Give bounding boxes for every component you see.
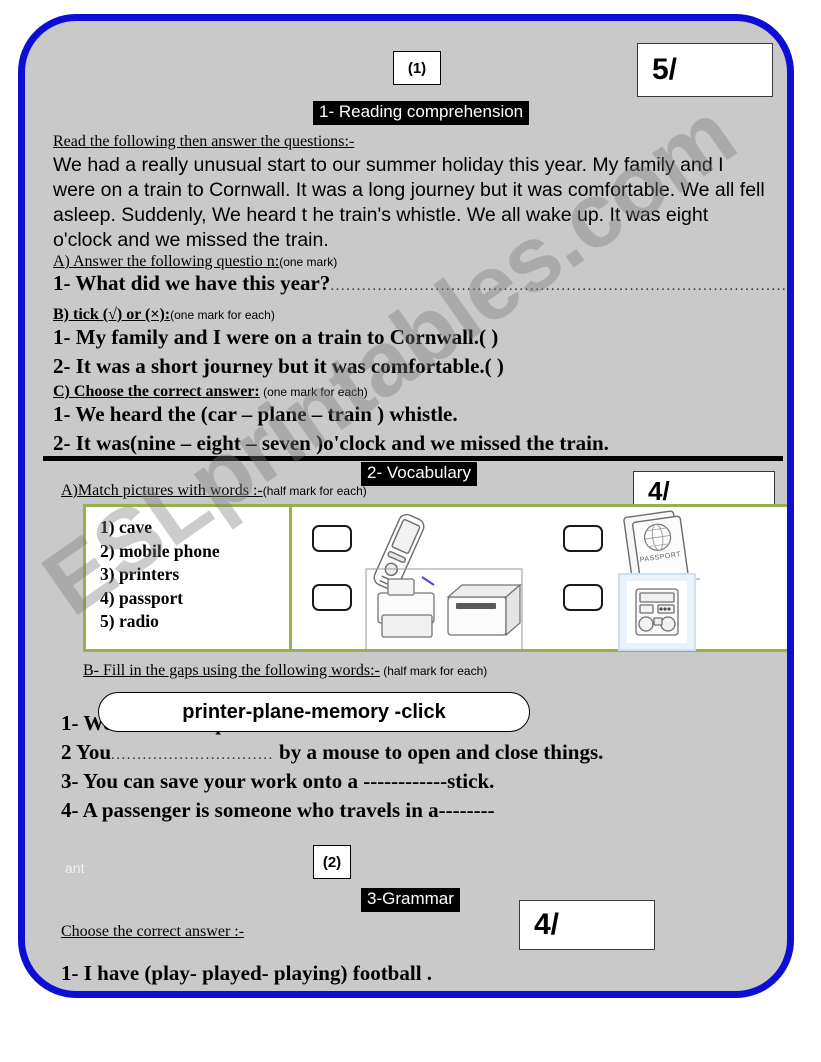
grammar-q1-num: 1- bbox=[61, 961, 79, 985]
word-list-item: 3) printers bbox=[100, 564, 180, 584]
gap-q1-num: 1- bbox=[61, 711, 79, 735]
grammar-instruction-label: Choose the correct answer :- bbox=[61, 923, 245, 940]
vocab-part-a-label: A)Match pictures with words :-(half mark… bbox=[61, 482, 367, 500]
vocab-part-a-label-text: A)Match pictures with words :- bbox=[61, 482, 263, 499]
gap-q3-blank[interactable]: ------------ bbox=[363, 769, 447, 793]
gap-q2-num: 2 bbox=[61, 740, 72, 764]
part-a-label-text: A) Answer the following questio n: bbox=[53, 253, 280, 270]
part-c-question-1[interactable]: 1- We heard the (car – plane – train ) w… bbox=[53, 402, 458, 427]
part-b-q1-num: 1- bbox=[53, 325, 71, 349]
grammar-instruction: Choose the correct answer :- bbox=[61, 923, 244, 941]
gap-q2-blank[interactable]: ............................... bbox=[111, 747, 274, 763]
gap-q3-num: 3- bbox=[61, 769, 79, 793]
grammar-question-1[interactable]: 1- I have (play- played- playing) footba… bbox=[61, 961, 432, 986]
part-c-question-2[interactable]: 2- It was(nine – eight – seven )o'clock … bbox=[53, 431, 609, 456]
part-a-q1-num: 1- bbox=[53, 271, 71, 295]
page-marker-top-label: (1) bbox=[407, 59, 427, 77]
gap-q2-pre: You bbox=[75, 740, 112, 764]
stray-text: ant bbox=[65, 860, 84, 876]
gap-question-3[interactable]: 3- You can save your work onto a -------… bbox=[61, 769, 494, 794]
printers-icon bbox=[364, 567, 524, 653]
part-c-q1-num: 1- bbox=[53, 402, 71, 426]
score-vocabulary-value: 4/ bbox=[648, 475, 670, 506]
gap-q4-num: 4- bbox=[61, 798, 79, 822]
vocab-part-a-marks: (half mark for each) bbox=[262, 484, 367, 498]
section-heading-vocabulary-label: 2- Vocabulary bbox=[367, 463, 471, 482]
word-list-item: 4) passport bbox=[100, 587, 184, 608]
word-list-item: 5) radio bbox=[100, 611, 159, 631]
section-heading-grammar-label: 3-Grammar bbox=[367, 889, 454, 908]
part-b-q2-num: 2- bbox=[53, 354, 71, 378]
part-c-q2-num: 2- bbox=[53, 431, 71, 455]
part-a-marks: (one mark) bbox=[279, 255, 338, 269]
score-grammar-value: 4/ bbox=[534, 908, 560, 941]
gap-question-2[interactable]: 2 You............................... by … bbox=[61, 740, 603, 765]
gap-question-4[interactable]: 4- A passenger is someone who travels in… bbox=[61, 798, 495, 823]
reading-instruction: Read the following then answer the quest… bbox=[53, 133, 354, 151]
part-b-q1-text: My family and I were on a train to Cornw… bbox=[75, 325, 499, 349]
score-reading-value: 5/ bbox=[652, 53, 678, 86]
reading-passage: We had a really unusual start to our sum… bbox=[53, 153, 769, 253]
picture-area: PASSPORT bbox=[292, 507, 787, 652]
section-heading-reading: 1- Reading comprehension bbox=[313, 101, 530, 125]
part-c-label-text: C) Choose the correct answer: bbox=[53, 383, 260, 400]
part-c-marks: (one mark for each) bbox=[259, 385, 368, 399]
part-c-label: C) Choose the correct answer: (one mark … bbox=[53, 383, 368, 401]
stray-text-label: ant bbox=[65, 860, 85, 876]
vocab-part-b-label-text: B- Fill in the gaps using the following … bbox=[83, 662, 380, 679]
part-a-question-1: 1- What did we have this year?..........… bbox=[53, 271, 787, 296]
section-divider bbox=[43, 456, 783, 461]
gap-q2-post: by a mouse to open and close things. bbox=[273, 740, 604, 764]
score-box-grammar[interactable]: 4/ bbox=[519, 900, 655, 950]
score-box-reading[interactable]: 5/ bbox=[637, 43, 773, 97]
part-a-label: A) Answer the following questio n:(one m… bbox=[53, 253, 337, 271]
part-b-question-1[interactable]: 1- My family and I were on a train to Co… bbox=[53, 325, 498, 350]
match-answer-box-printers[interactable] bbox=[312, 584, 352, 611]
page-marker-bottom: (2) bbox=[313, 845, 351, 879]
part-b-marks: (one mark for each) bbox=[170, 308, 275, 322]
part-b-question-2[interactable]: 2- It was a short journey but it was com… bbox=[53, 354, 504, 379]
gap-q3-post: stick. bbox=[447, 769, 495, 793]
radio-icon bbox=[618, 573, 696, 651]
match-answer-box-radio[interactable] bbox=[563, 584, 603, 611]
word-list: 1) cave 2) mobile phone 3) printers 4) p… bbox=[86, 507, 292, 649]
page-marker-top: (1) bbox=[393, 51, 441, 85]
word-list-item: 2) mobile phone bbox=[100, 540, 220, 561]
gap-q3-pre: You can save your work onto a bbox=[82, 769, 364, 793]
match-answer-box-mobile-phone[interactable] bbox=[312, 525, 352, 552]
part-a-q1-answer-line[interactable]: ........................................… bbox=[330, 278, 787, 294]
part-a-q1-text: What did we have this year? bbox=[75, 271, 331, 295]
reading-instruction-label: Read the following then answer the quest… bbox=[53, 133, 355, 150]
part-c-q2-text: It was(nine – eight – seven )o'clock and… bbox=[75, 431, 609, 455]
part-c-q1-text: We heard the (car – plane – train ) whis… bbox=[75, 402, 458, 426]
matching-table: 1) cave 2) mobile phone 3) printers 4) p… bbox=[83, 504, 787, 652]
gap-q4-pre: A passenger is someone who travels in a bbox=[82, 798, 439, 822]
section-heading-grammar: 3-Grammar bbox=[361, 888, 460, 912]
vocab-part-b-label: B- Fill in the gaps using the following … bbox=[83, 662, 487, 680]
part-b-q2-text: It was a short journey but it was comfor… bbox=[75, 354, 504, 378]
section-heading-vocabulary: 2- Vocabulary bbox=[361, 462, 477, 486]
word-bank-box: printer-plane-memory -click bbox=[98, 692, 530, 732]
word-list-item: 1) cave bbox=[100, 517, 152, 537]
page-marker-bottom-label: (2) bbox=[322, 853, 342, 871]
part-b-label: B) tick (√) or (×):(one mark for each) bbox=[53, 306, 275, 324]
part-b-label-text: B) tick (√) or (×): bbox=[53, 306, 171, 323]
gap-q4-blank[interactable]: -------- bbox=[439, 798, 495, 822]
reading-passage-text: We had a really unusual start to our sum… bbox=[53, 154, 765, 251]
grammar-q1-text: I have (play- played- playing) football … bbox=[83, 961, 433, 985]
match-answer-box-passport[interactable] bbox=[563, 525, 603, 552]
word-bank-text: printer-plane-memory -click bbox=[182, 700, 446, 723]
vocab-part-b-marks: (half mark for each) bbox=[379, 664, 488, 678]
worksheet-page: ESLprintables.com (1) 5/ 1- Reading comp… bbox=[18, 14, 794, 998]
section-heading-reading-label: 1- Reading comprehension bbox=[319, 102, 524, 121]
